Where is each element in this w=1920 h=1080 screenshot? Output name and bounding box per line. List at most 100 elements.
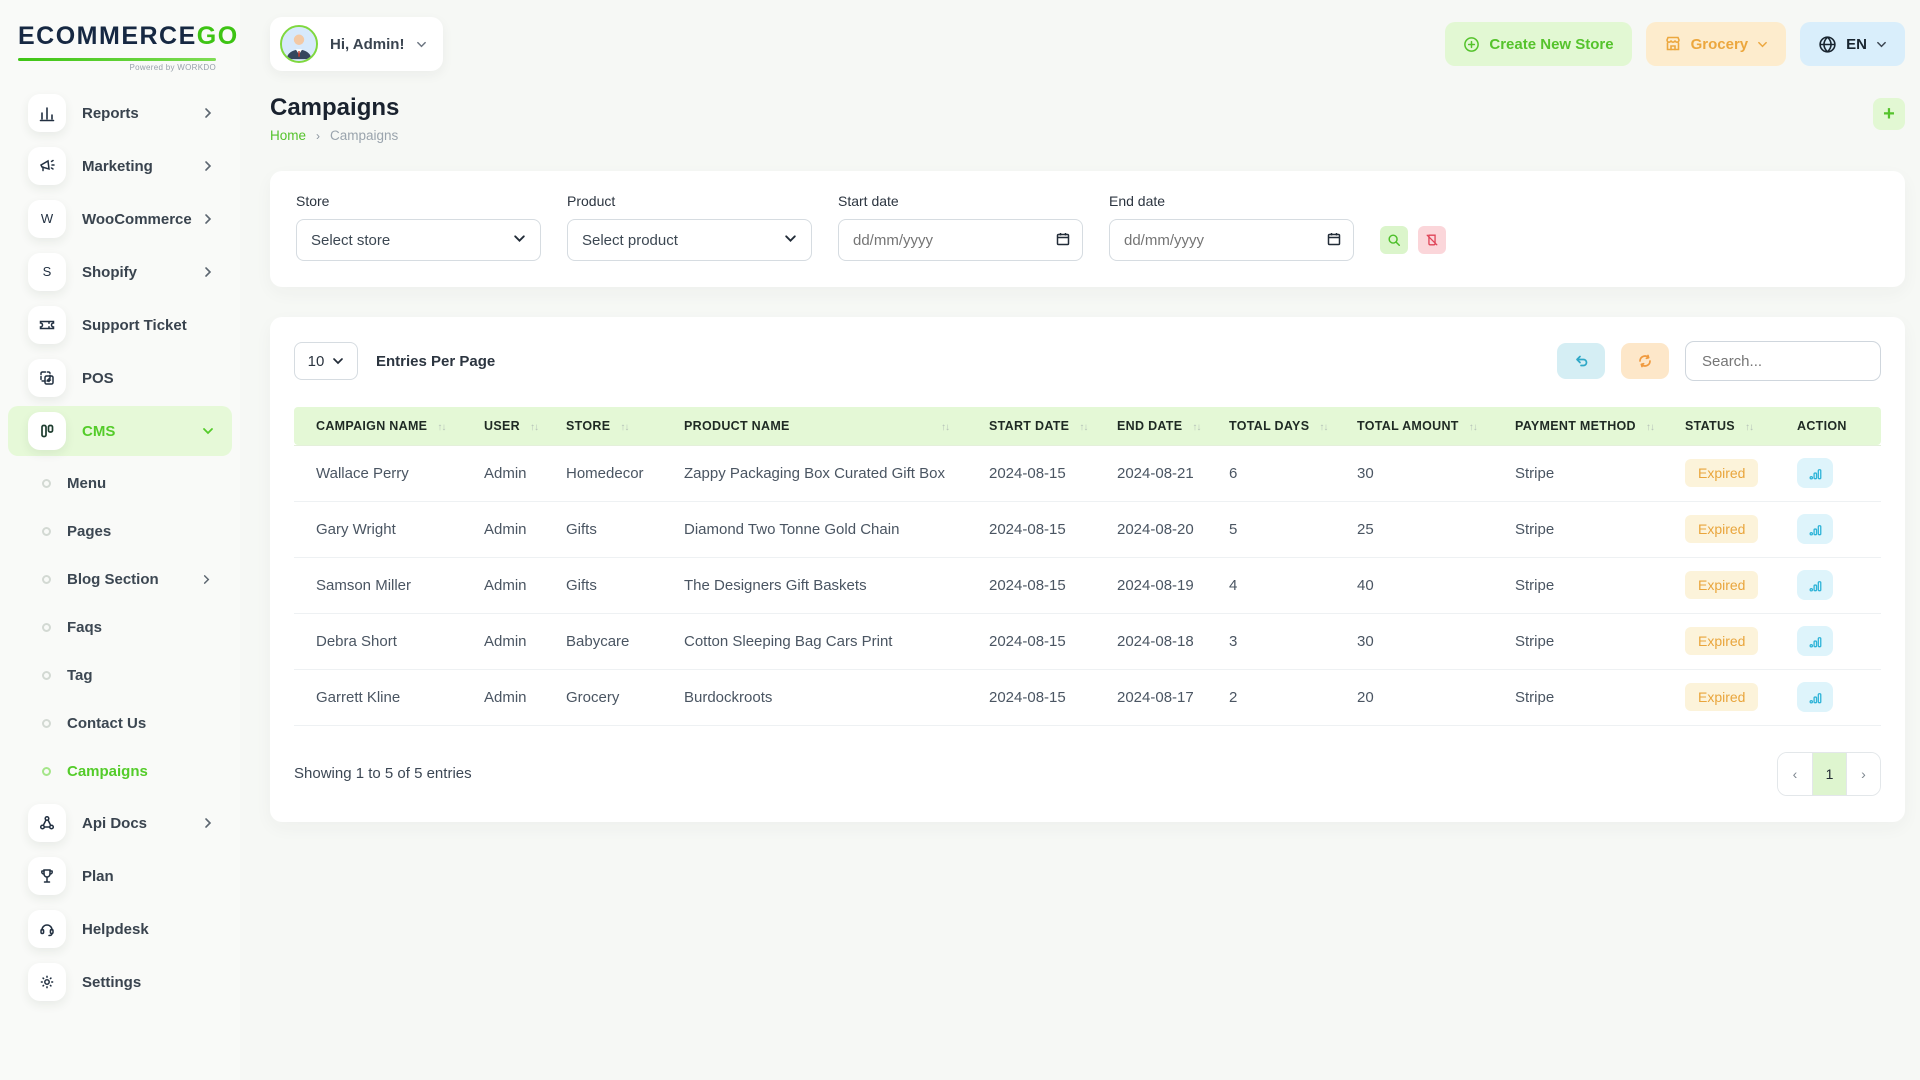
sidebar-item-helpdesk[interactable]: Helpdesk (8, 904, 232, 954)
svg-text:S: S (43, 264, 52, 279)
api-network-icon (28, 804, 66, 842)
brand-go: GO (197, 22, 239, 50)
sidebar-subitem-campaigns[interactable]: Campaigns (0, 747, 240, 795)
cms-icon (28, 412, 66, 450)
bar-chart-icon (28, 94, 66, 132)
gear-icon (28, 963, 66, 1001)
table-search-input[interactable] (1685, 341, 1881, 381)
apply-filter-button[interactable] (1380, 226, 1408, 254)
col-payment-method[interactable]: PAYMENT METHOD↑↓ (1495, 407, 1665, 445)
sidebar-subitem-blog-section[interactable]: Blog Section (0, 555, 240, 603)
ticket-icon (28, 306, 66, 344)
campaigns-table: CAMPAIGN NAME↑↓ USER↑↓ STORE↑↓ PRODUCT N… (294, 407, 1881, 726)
breadcrumb-separator: › (316, 129, 320, 143)
sidebar-subitem-tag[interactable]: Tag (0, 651, 240, 699)
campaign-stats-button[interactable] (1797, 626, 1833, 656)
campaign-stats-button[interactable] (1797, 682, 1833, 712)
sort-icon: ↑↓ (1319, 422, 1327, 433)
sidebar-item-settings[interactable]: Settings (8, 957, 232, 1007)
add-campaign-button[interactable]: + (1873, 98, 1905, 130)
sidebar-subitem-faqs[interactable]: Faqs (0, 603, 240, 651)
sidebar-item-cms[interactable]: CMS (8, 406, 232, 456)
chevron-down-icon (1876, 39, 1887, 50)
sidebar-item-plan[interactable]: Plan (8, 851, 232, 901)
sidebar-item-reports[interactable]: Reports (8, 88, 232, 138)
col-total-amount[interactable]: TOTAL AMOUNT↑↓ (1337, 407, 1495, 445)
brand-underline (18, 58, 216, 61)
reset-filter-button[interactable] (1418, 226, 1446, 254)
entries-per-page-select[interactable]: 10 (294, 342, 358, 380)
sidebar: ECOMMERCEGO Powered by WORKDO Reports Ma… (0, 0, 240, 1080)
pagination-next-button[interactable]: › (1846, 753, 1880, 795)
product-filter-select[interactable]: Select product (567, 219, 812, 261)
svg-text:W: W (41, 211, 54, 226)
start-date-label: Start date (838, 193, 1083, 209)
col-store[interactable]: STORE↑↓ (546, 407, 664, 445)
bullet-icon (42, 527, 51, 536)
sidebar-item-api-docs[interactable]: Api Docs (8, 798, 232, 848)
sort-icon: ↑↓ (1646, 422, 1654, 433)
breadcrumb: Home › Campaigns (270, 128, 399, 143)
campaign-stats-button[interactable] (1797, 570, 1833, 600)
table-row: Gary Wright Admin Gifts Diamond Two Tonn… (294, 501, 1881, 557)
woocommerce-icon: W (28, 200, 66, 238)
campaign-stats-button[interactable] (1797, 458, 1833, 488)
shopify-icon: S (28, 253, 66, 291)
col-campaign-name[interactable]: CAMPAIGN NAME↑↓ (294, 407, 464, 445)
bar-chart-icon (1808, 690, 1823, 705)
campaign-stats-button[interactable] (1797, 514, 1833, 544)
sort-icon: ↑↓ (530, 422, 538, 433)
sidebar-item-marketing[interactable]: Marketing (8, 141, 232, 191)
table-row: Debra Short Admin Babycare Cotton Sleepi… (294, 613, 1881, 669)
sidebar-item-support-ticket[interactable]: Support Ticket (8, 300, 232, 350)
create-new-store-button[interactable]: Create New Store (1445, 22, 1631, 66)
breadcrumb-home-link[interactable]: Home (270, 128, 306, 143)
sort-icon: ↑↓ (437, 422, 445, 433)
bar-chart-icon (1808, 466, 1823, 481)
col-start-date[interactable]: START DATE↑↓ (969, 407, 1097, 445)
user-menu[interactable]: Hi, Admin! (270, 17, 443, 71)
col-action: ACTION (1777, 407, 1881, 445)
col-product-name[interactable]: PRODUCT NAME↑↓ (664, 407, 969, 445)
plus-circle-icon (1463, 36, 1480, 53)
chevron-down-icon (202, 425, 214, 437)
col-status[interactable]: STATUS↑↓ (1665, 407, 1777, 445)
undo-button[interactable] (1557, 343, 1605, 379)
sort-icon: ↑↓ (1469, 422, 1477, 433)
col-user[interactable]: USER↑↓ (464, 407, 546, 445)
sidebar-subitem-menu[interactable]: Menu (0, 459, 240, 507)
start-date-input[interactable] (838, 219, 1083, 261)
sidebar-subitem-contact-us[interactable]: Contact Us (0, 699, 240, 747)
sidebar-item-pos[interactable]: POS (8, 353, 232, 403)
refresh-icon (1637, 353, 1653, 369)
col-total-days[interactable]: TOTAL DAYS↑↓ (1209, 407, 1337, 445)
sidebar-item-shopify[interactable]: S Shopify (8, 247, 232, 297)
pagination-page-1[interactable]: 1 (1812, 753, 1846, 795)
chevron-down-icon (513, 232, 526, 249)
table-row: Wallace Perry Admin Homedecor Zappy Pack… (294, 445, 1881, 501)
table-header-row: CAMPAIGN NAME↑↓ USER↑↓ STORE↑↓ PRODUCT N… (294, 407, 1881, 445)
undo-arrow-icon (1573, 353, 1589, 369)
sort-icon: ↑↓ (1079, 422, 1087, 433)
chevron-down-icon (416, 39, 427, 50)
search-icon (1387, 233, 1401, 247)
sidebar-item-woocommerce[interactable]: W WooCommerce (8, 194, 232, 244)
product-filter-label: Product (567, 193, 812, 209)
col-end-date[interactable]: END DATE↑↓ (1097, 407, 1209, 445)
language-selector-button[interactable]: EN (1800, 22, 1905, 66)
bullet-icon (42, 719, 51, 728)
avatar (280, 25, 318, 63)
store-switcher-button[interactable]: Grocery (1646, 22, 1787, 66)
entries-per-page-label: Entries Per Page (376, 353, 495, 370)
brand-logo[interactable]: ECOMMERCEGO Powered by WORKDO (0, 0, 240, 82)
page-header: Campaigns Home › Campaigns + (270, 94, 1905, 143)
bar-chart-icon (1808, 522, 1823, 537)
store-filter-select[interactable]: Select store (296, 219, 541, 261)
campaigns-table-card: 10 Entries Per Page (270, 317, 1905, 822)
end-date-input[interactable] (1109, 219, 1354, 261)
sidebar-subitem-pages[interactable]: Pages (0, 507, 240, 555)
refresh-button[interactable] (1621, 343, 1669, 379)
chevron-right-icon (202, 817, 214, 829)
pagination-prev-button[interactable]: ‹ (1778, 753, 1812, 795)
trophy-icon (28, 857, 66, 895)
